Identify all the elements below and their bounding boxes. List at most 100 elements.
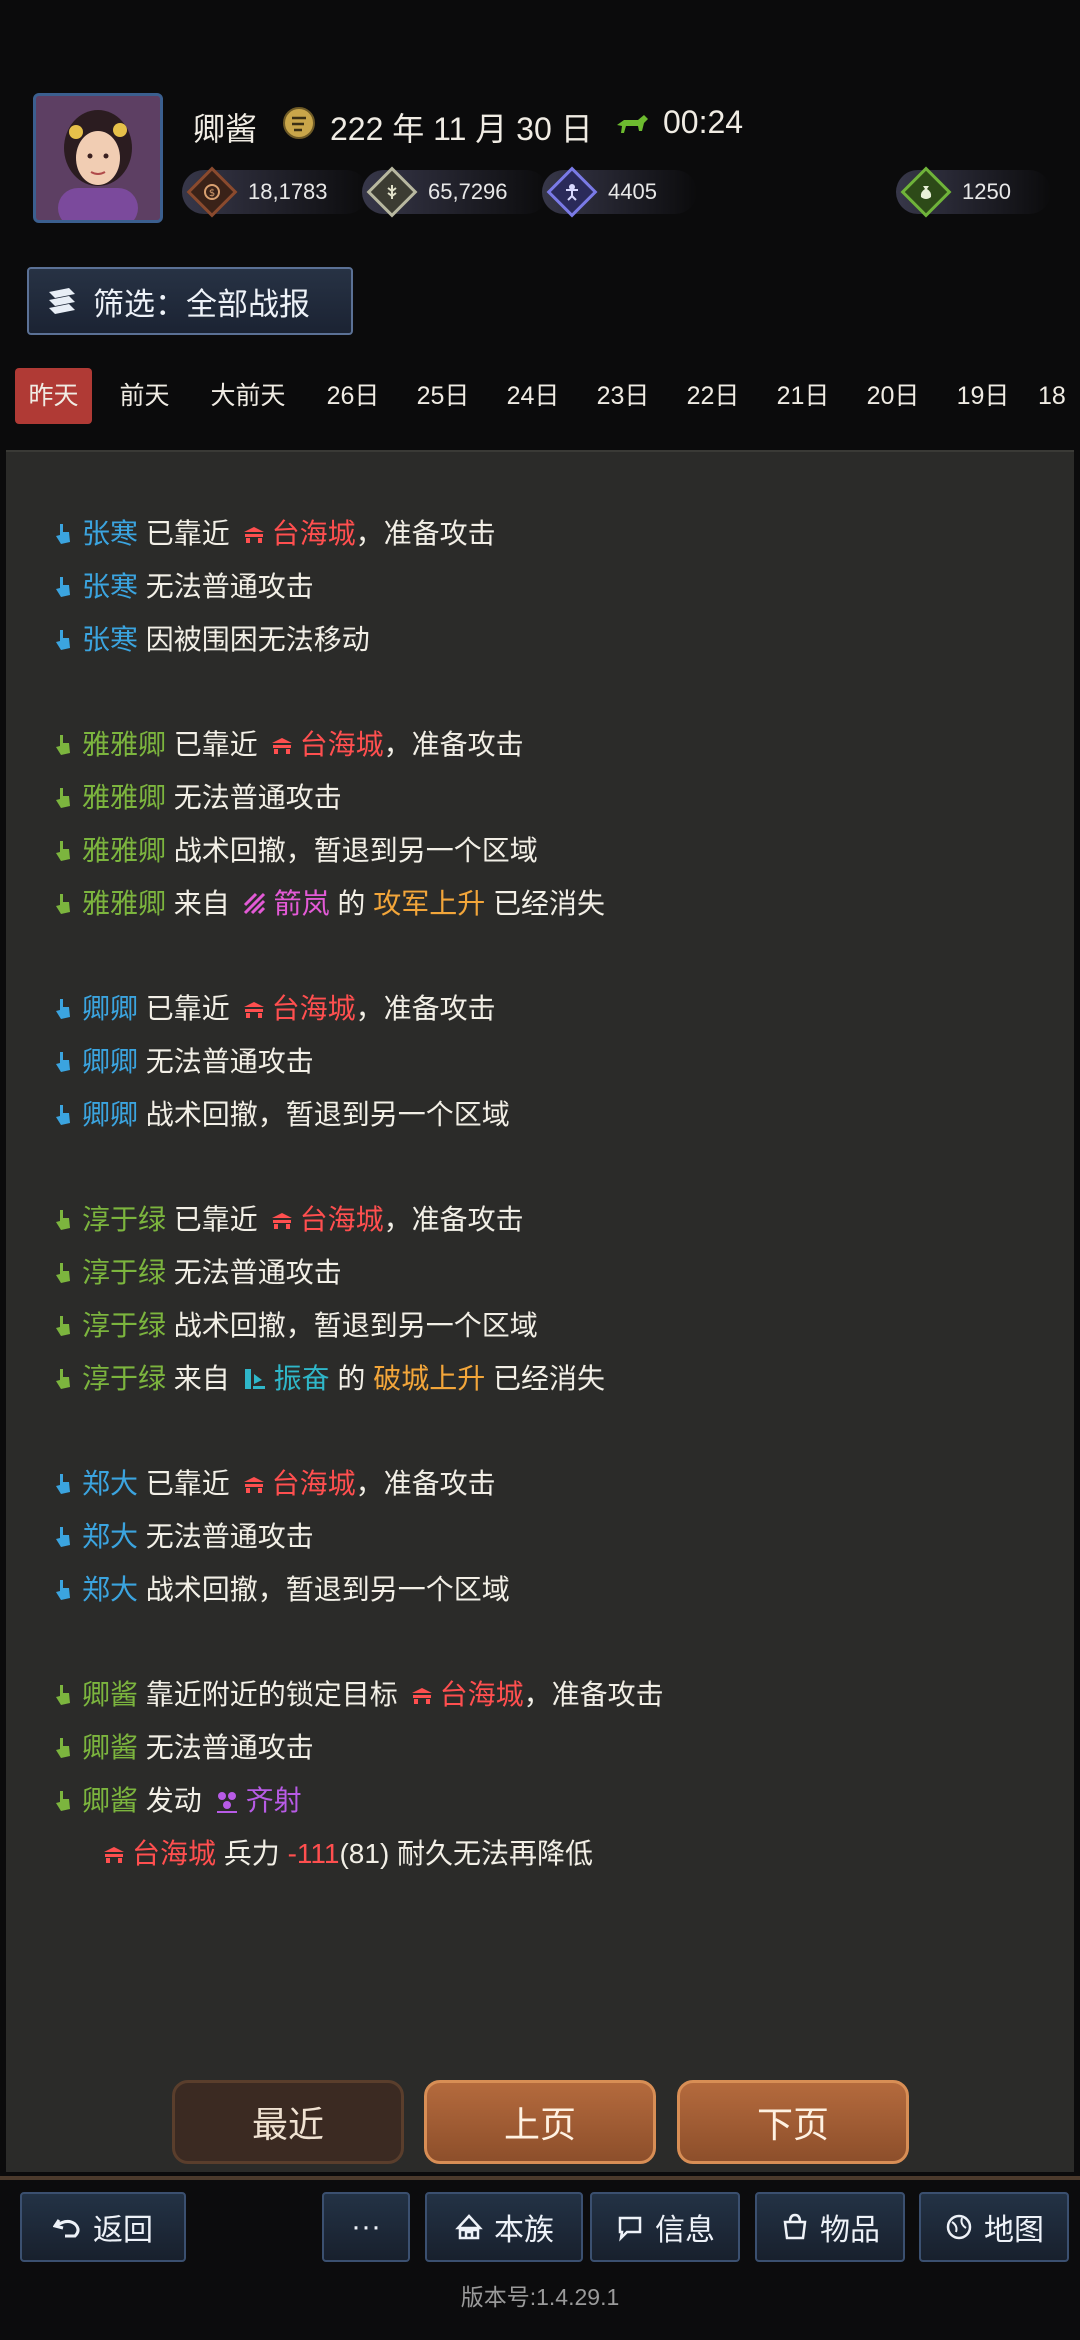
city-icon bbox=[271, 1213, 292, 1229]
tab-26[interactable]: 26日 bbox=[313, 368, 393, 424]
blue-hand-icon bbox=[56, 999, 70, 1019]
chat-bubble-icon bbox=[618, 2216, 642, 2242]
map-label: 地图 bbox=[984, 2214, 1044, 2247]
jade-resource[interactable]: 1250 bbox=[896, 166, 1051, 218]
items-label: 物品 bbox=[820, 2214, 880, 2247]
log-line: 雅雅卿 无法普通攻击 bbox=[52, 776, 342, 816]
player-name: 卿酱 bbox=[193, 111, 258, 147]
more-button[interactable]: ··· bbox=[322, 2192, 410, 2262]
log-line: 淳于绿 无法普通攻击 bbox=[52, 1251, 342, 1291]
jade-value: 1250 bbox=[962, 179, 1011, 204]
log-line: 卿酱 无法普通攻击 bbox=[52, 1726, 314, 1766]
tab-three-days-ago[interactable]: 大前天 bbox=[196, 368, 300, 424]
tab-20[interactable]: 20日 bbox=[853, 368, 933, 424]
tab-day-before[interactable]: 前天 bbox=[106, 368, 183, 424]
globe-icon bbox=[946, 2214, 972, 2240]
log-text: 已靠近 bbox=[145, 518, 230, 549]
blue-hand-icon bbox=[56, 1052, 70, 1072]
log-text: ，准备攻击 bbox=[523, 1679, 664, 1710]
log-line: 卿酱 靠近附近的锁定目标 台海城，准备攻击 bbox=[52, 1673, 664, 1713]
unit-name: 卿卿 bbox=[82, 1046, 139, 1077]
clan-button[interactable]: 本族 bbox=[425, 2192, 583, 2262]
blue-hand-icon bbox=[56, 1580, 70, 1600]
log-line: 张寒 因被围困无法移动 bbox=[52, 618, 370, 658]
skill-name: 齐射 bbox=[245, 1785, 302, 1816]
log-line: 郑大 已靠近 台海城，准备攻击 bbox=[52, 1462, 496, 1502]
skill-name: 箭岚 bbox=[273, 888, 330, 919]
log-text: 已靠近 bbox=[145, 993, 230, 1024]
blue-hand-icon bbox=[56, 1527, 70, 1547]
log-text: 来自 bbox=[173, 1363, 230, 1394]
tab-25[interactable]: 25日 bbox=[403, 368, 483, 424]
recent-button[interactable]: 最近 bbox=[172, 2080, 404, 2164]
log-text: (81) 耐久无法再降低 bbox=[339, 1838, 594, 1869]
game-time: 00:24 bbox=[663, 104, 744, 140]
unit-name: 淳于绿 bbox=[82, 1204, 167, 1235]
unit-name: 张寒 bbox=[82, 518, 139, 549]
blue-hand-icon bbox=[56, 577, 70, 597]
unit-name: 卿卿 bbox=[82, 993, 139, 1024]
log-text: 已靠近 bbox=[173, 729, 258, 760]
grain-resource[interactable]: 65,7296 bbox=[362, 166, 548, 218]
svg-text:$: $ bbox=[209, 188, 215, 199]
items-button[interactable]: 物品 bbox=[755, 2192, 905, 2262]
unit-name: 郑大 bbox=[82, 1468, 139, 1499]
unit-name: 郑大 bbox=[82, 1574, 139, 1605]
back-button[interactable]: 返回 bbox=[20, 2192, 186, 2262]
battle-log-panel: 张寒 已靠近 台海城，准备攻击 张寒 无法普通攻击 张寒 因被围困无法移动 雅雅… bbox=[6, 450, 1074, 2172]
next-page-button[interactable]: 下页 bbox=[677, 2080, 909, 2164]
log-line: 淳于绿 已靠近 台海城，准备攻击 bbox=[52, 1198, 524, 1238]
log-text: 战术回撤，暂退到另一个区域 bbox=[145, 1574, 510, 1605]
log-line: 卿卿 已靠近 台海城，准备攻击 bbox=[52, 987, 496, 1027]
tab-24[interactable]: 24日 bbox=[493, 368, 573, 424]
log-line: 雅雅卿 已靠近 台海城，准备攻击 bbox=[52, 723, 524, 763]
troops-resource[interactable]: 4405 bbox=[542, 166, 697, 218]
skill-name: 振奋 bbox=[273, 1363, 330, 1394]
log-text: 无法普通攻击 bbox=[145, 571, 314, 602]
city-name: 台海城 bbox=[271, 993, 356, 1024]
log-text: 战术回撤，暂退到另一个区域 bbox=[173, 1310, 538, 1341]
log-text: 战术回撤，暂退到另一个区域 bbox=[173, 835, 538, 866]
calendar-icon bbox=[283, 107, 315, 139]
log-text: 已经消失 bbox=[492, 888, 605, 919]
tab-21[interactable]: 21日 bbox=[763, 368, 843, 424]
tab-18[interactable]: 18 bbox=[1038, 368, 1078, 424]
log-line: 郑大 战术回撤，暂退到另一个区域 bbox=[52, 1568, 510, 1608]
city-icon bbox=[243, 527, 264, 543]
unit-name: 卿卿 bbox=[82, 1099, 139, 1130]
log-text: ，准备攻击 bbox=[355, 1468, 496, 1499]
troop-delta: -111 bbox=[287, 1838, 340, 1869]
city-icon bbox=[411, 1688, 432, 1704]
tab-22[interactable]: 22日 bbox=[673, 368, 753, 424]
city-name: 台海城 bbox=[271, 518, 356, 549]
log-text: 无法普通攻击 bbox=[173, 1257, 342, 1288]
gold-resource[interactable]: $ 18,1783 bbox=[182, 166, 368, 218]
info-button[interactable]: 信息 bbox=[590, 2192, 740, 2262]
map-button[interactable]: 地图 bbox=[919, 2192, 1069, 2262]
city-name: 台海城 bbox=[132, 1838, 217, 1869]
log-text: ，准备攻击 bbox=[383, 1204, 524, 1235]
filter-button[interactable]: 筛选：全部战报 bbox=[27, 267, 353, 335]
log-text: 已靠近 bbox=[145, 1468, 230, 1499]
green-hand-icon bbox=[56, 841, 70, 861]
log-text: 无法普通攻击 bbox=[145, 1521, 314, 1552]
unit-name: 雅雅卿 bbox=[82, 782, 167, 813]
log-line: 淳于绿 战术回撤，暂退到另一个区域 bbox=[52, 1304, 538, 1344]
tab-23[interactable]: 23日 bbox=[583, 368, 663, 424]
log-line: 卿酱 发动 齐射 bbox=[52, 1779, 302, 1819]
prev-page-button[interactable]: 上页 bbox=[424, 2080, 656, 2164]
green-hand-icon bbox=[56, 1791, 70, 1811]
tab-19[interactable]: 19日 bbox=[943, 368, 1023, 424]
log-line: 雅雅卿 来自 箭岚 的 攻军上升 已经消失 bbox=[52, 882, 605, 922]
blue-hand-icon bbox=[56, 524, 70, 544]
player-avatar[interactable] bbox=[33, 93, 163, 223]
tab-yesterday[interactable]: 昨天 bbox=[15, 368, 92, 424]
log-line: 卿卿 战术回撤，暂退到另一个区域 bbox=[52, 1093, 510, 1133]
date-tab-bar: 昨天 前天 大前天 26日 25日 24日 23日 22日 21日 20日 19… bbox=[0, 368, 1080, 424]
unit-name: 淳于绿 bbox=[82, 1310, 167, 1341]
city-icon bbox=[104, 1847, 124, 1863]
blue-hand-icon bbox=[56, 630, 70, 650]
gold-value: 18,1783 bbox=[248, 179, 328, 204]
unit-name: 雅雅卿 bbox=[82, 888, 167, 919]
city-name: 台海城 bbox=[299, 729, 384, 760]
